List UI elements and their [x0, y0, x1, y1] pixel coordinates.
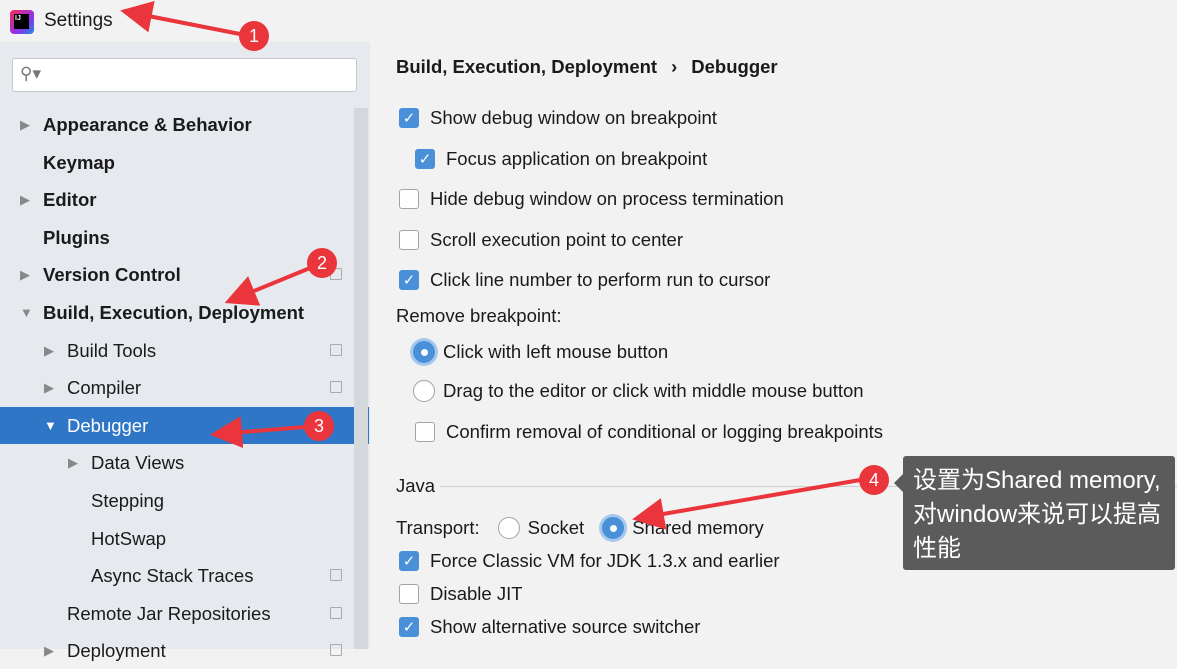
chevron-right-icon[interactable]: ▶: [44, 369, 54, 406]
radio-drag-to-editor[interactable]: Drag to the editor or click with middle …: [413, 378, 864, 404]
search-input[interactable]: ⚲▾: [12, 58, 357, 92]
sidebar-item-label: Build, Execution, Deployment: [43, 302, 305, 323]
checkbox-label: Hide debug window on process termination: [430, 188, 784, 209]
sidebar-item[interactable]: ▶ Data Views: [0, 444, 370, 481]
radio-socket[interactable]: [497, 517, 520, 539]
sidebar-item[interactable]: Async Stack Traces: [0, 557, 370, 594]
option-checkbox-row[interactable]: ✓ Show alternative source switcher: [399, 614, 700, 640]
checkbox[interactable]: ✓: [399, 617, 419, 637]
sidebar-item-label: Plugins: [43, 226, 110, 248]
annotation-badge-4: 4: [859, 465, 889, 495]
sidebar-item-label: Version Control: [43, 264, 181, 286]
sidebar-item-label: Build Tools: [67, 339, 157, 361]
option-checkbox-row[interactable]: Scroll execution point to center: [399, 227, 683, 253]
sidebar-item[interactable]: ▶ Appearance & Behavior: [0, 106, 370, 143]
option-checkbox-row[interactable]: Hide debug window on process termination: [399, 186, 784, 212]
breadcrumb-current: Debugger: [691, 56, 778, 77]
checkbox-label: Click line number to perform run to curs…: [430, 269, 771, 290]
sidebar-item-label: Debugger: [67, 414, 149, 436]
sidebar-item[interactable]: ▶ Deployment: [0, 632, 370, 669]
radio-shared-memory[interactable]: [602, 517, 625, 539]
sidebar-scrollbar[interactable]: [354, 108, 368, 649]
checkbox-label: Show debug window on breakpoint: [430, 107, 717, 128]
chevron-right-icon[interactable]: ▶: [20, 256, 30, 293]
shared-memory-label[interactable]: Shared memory: [632, 517, 764, 539]
sidebar-item-label: Remote Jar Repositories: [67, 602, 271, 624]
settings-sidebar: ⚲▾ ▶ Appearance & Behavior Keymap ▶ Editor Pl…: [0, 42, 370, 661]
confirm-removal-checkbox[interactable]: Confirm removal of conditional or loggin…: [415, 419, 883, 445]
checkbox[interactable]: [415, 422, 435, 442]
checkbox-label: Scroll execution point to center: [430, 229, 683, 250]
checkbox[interactable]: ✓: [399, 108, 419, 128]
chevron-right-icon[interactable]: ▶: [44, 332, 54, 369]
breadcrumb-parent[interactable]: Build, Execution, Deployment: [396, 56, 657, 78]
remove-breakpoint-label: Remove breakpoint:: [396, 305, 562, 326]
checkbox[interactable]: ✓: [415, 149, 435, 169]
chevron-right-icon[interactable]: ▶: [44, 632, 54, 669]
sidebar-item[interactable]: ▼ Build, Execution, Deployment: [0, 294, 370, 331]
project-scope-icon: [330, 644, 342, 657]
java-section-title: Java: [396, 475, 436, 496]
option-checkbox-row[interactable]: ✓ Show debug window on breakpoint: [399, 105, 717, 131]
sidebar-item[interactable]: HotSwap: [0, 520, 370, 557]
option-checkbox-row[interactable]: ✓ Force Classic VM for JDK 1.3.x and earl…: [399, 548, 780, 574]
socket-label[interactable]: Socket: [528, 517, 585, 539]
checkbox[interactable]: [399, 230, 419, 250]
window-title: Settings: [44, 10, 113, 31]
annotation-badge-1: 1: [239, 21, 269, 51]
checkbox[interactable]: [399, 584, 419, 604]
sidebar-item-label: Appearance & Behavior: [43, 114, 252, 135]
project-scope-icon: [330, 343, 342, 356]
chevron-right-icon[interactable]: ▶: [68, 444, 78, 481]
chevron-right-icon[interactable]: ▶: [20, 181, 30, 218]
sidebar-item-label: Editor: [43, 189, 97, 211]
option-checkbox-row[interactable]: ✓ Click line number to perform run to cur…: [399, 267, 770, 293]
checkbox[interactable]: ✓: [399, 270, 419, 290]
sidebar-item-label: Compiler: [67, 377, 142, 399]
sidebar-item-label: Deployment: [67, 640, 166, 662]
radio-button[interactable]: [413, 341, 435, 363]
checkbox-label: Disable JIT: [430, 583, 523, 604]
transport-row: Transport: Socket Shared memory: [396, 515, 764, 541]
radio-click-left[interactable]: Click with left mouse button: [413, 339, 668, 365]
radio-button[interactable]: [413, 380, 435, 402]
sidebar-item-label: Keymap: [43, 151, 115, 173]
sidebar-item[interactable]: ▶ Build Tools: [0, 332, 370, 369]
sidebar-item[interactable]: ▶ Editor: [0, 181, 370, 218]
checkbox-label: Show alternative source switcher: [430, 616, 701, 637]
annotation-badge-3: 3: [304, 411, 334, 441]
checkbox-label: Focus application on breakpoint: [446, 148, 708, 169]
title-bar: IJ Settings: [0, 0, 1177, 42]
sidebar-item-label: Async Stack Traces: [91, 565, 254, 587]
chevron-right-icon[interactable]: ▶: [20, 106, 30, 143]
sidebar-item-label: Stepping: [91, 490, 165, 511]
option-checkbox-row[interactable]: ✓ Focus application on breakpoint: [415, 146, 707, 172]
sidebar-item-label: HotSwap: [91, 527, 167, 549]
project-scope-icon: [330, 381, 342, 394]
checkbox-label: Force Classic VM for JDK 1.3.x and earli…: [430, 550, 780, 571]
sidebar-item[interactable]: Keymap: [0, 144, 370, 181]
checkbox[interactable]: ✓: [399, 551, 419, 571]
sidebar-item[interactable]: ▶ Compiler: [0, 369, 370, 406]
chevron-down-icon[interactable]: ▼: [44, 407, 57, 444]
annotation-badge-2: 2: [307, 248, 337, 278]
sidebar-item[interactable]: Remote Jar Repositories: [0, 595, 370, 632]
checkbox[interactable]: [399, 189, 419, 209]
sidebar-item[interactable]: Stepping: [0, 482, 370, 519]
transport-label: Transport:: [396, 517, 480, 538]
sidebar-item-label: Data Views: [91, 452, 185, 474]
option-checkbox-row[interactable]: Disable JIT: [399, 581, 523, 607]
project-scope-icon: [330, 606, 342, 619]
search-icon: ⚲▾: [20, 64, 41, 83]
chevron-down-icon[interactable]: ▼: [20, 294, 33, 331]
breadcrumb-separator: ›: [671, 56, 678, 77]
intellij-logo-icon: IJ: [10, 10, 34, 34]
breadcrumb: Build, Execution, Deployment › Debugger: [396, 54, 778, 80]
project-scope-icon: [330, 569, 342, 582]
annotation-tooltip: 设置为Shared memory,对window来说可以提高性能: [894, 456, 1175, 570]
